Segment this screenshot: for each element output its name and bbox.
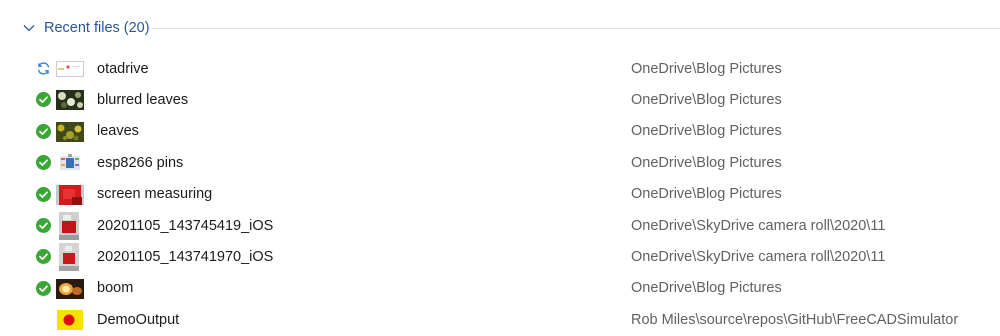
file-row[interactable]: esp8266 pins OneDrive\Blog Pictures — [0, 147, 1000, 178]
file-location: OneDrive\SkyDrive camera roll\2020\11 — [631, 249, 886, 266]
file-thumbnail — [56, 278, 84, 299]
section-title: Recent files (20) — [44, 20, 150, 36]
file-location: OneDrive\Blog Pictures — [631, 123, 782, 140]
file-name[interactable]: 20201105_143745419_iOS — [97, 218, 273, 234]
file-location: OneDrive\Blog Pictures — [631, 154, 782, 171]
file-thumbnail — [56, 121, 84, 142]
recent-files-header[interactable]: Recent files (20) — [22, 14, 150, 42]
file-location: Rob Miles\source\repos\GitHub\FreeCADSim… — [631, 311, 959, 328]
file-thumbnail — [56, 90, 84, 111]
file-name[interactable]: otadrive — [97, 61, 149, 77]
file-location: OneDrive\Blog Pictures — [631, 186, 782, 203]
syncing-icon — [36, 61, 51, 76]
synced-check-icon — [36, 186, 51, 202]
file-name[interactable]: DemoOutput — [97, 312, 179, 328]
file-name[interactable]: leaves — [97, 123, 139, 139]
file-thumbnail — [56, 153, 84, 173]
recent-files-list: otadrive OneDrive\Blog Pictures blurred le… — [0, 53, 1000, 336]
file-location: OneDrive\SkyDrive camera roll\2020\11 — [631, 217, 886, 234]
section-divider — [150, 28, 1000, 29]
file-name[interactable]: blurred leaves — [97, 92, 188, 108]
file-row[interactable]: leaves OneDrive\Blog Pictures — [0, 116, 1000, 147]
file-row[interactable]: DemoOutput Rob Miles\source\repos\GitHub\… — [0, 304, 1000, 335]
file-name[interactable]: boom — [97, 280, 133, 296]
file-row[interactable]: otadrive OneDrive\Blog Pictures — [0, 53, 1000, 84]
file-thumbnail — [56, 310, 84, 331]
file-name[interactable]: esp8266 pins — [97, 155, 183, 171]
file-row[interactable]: boom OneDrive\Blog Pictures — [0, 273, 1000, 304]
file-location: OneDrive\Blog Pictures — [631, 60, 782, 77]
synced-check-icon — [36, 249, 51, 265]
file-name[interactable]: screen measuring — [97, 186, 212, 202]
file-row[interactable]: screen measuring OneDrive\Blog Pictures — [0, 179, 1000, 210]
file-thumbnail — [56, 59, 84, 79]
synced-check-icon — [36, 155, 51, 171]
synced-check-icon — [36, 123, 51, 139]
chevron-down-icon — [22, 21, 36, 35]
file-name[interactable]: 20201105_143741970_iOS — [97, 249, 273, 265]
file-location: OneDrive\Blog Pictures — [631, 92, 782, 109]
file-row[interactable]: blurred leaves OneDrive\Blog Pictures — [0, 84, 1000, 115]
file-thumbnail — [59, 211, 79, 240]
synced-check-icon — [36, 92, 51, 108]
file-location: OneDrive\Blog Pictures — [631, 280, 782, 297]
synced-check-icon — [36, 217, 51, 233]
file-row[interactable]: 20201105_143745419_iOS OneDrive\SkyDrive … — [0, 210, 1000, 241]
synced-check-icon — [36, 280, 51, 296]
file-thumbnail — [56, 184, 84, 205]
file-row[interactable]: 20201105_143741970_iOS OneDrive\SkyDrive … — [0, 241, 1000, 272]
file-thumbnail — [59, 243, 79, 272]
